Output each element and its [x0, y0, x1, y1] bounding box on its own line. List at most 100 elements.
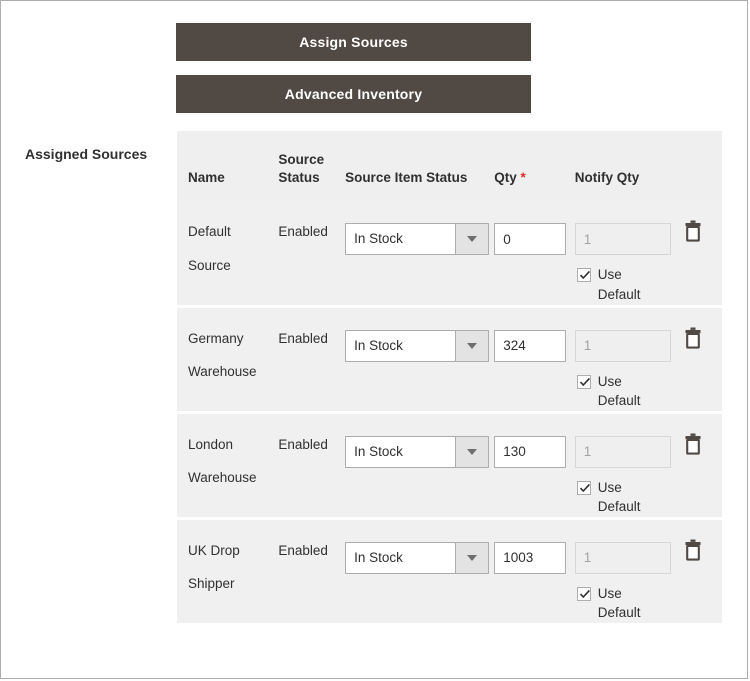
column-header-source-item-status: Source Item Status	[345, 170, 468, 186]
cell-source-name: UK Drop Shipper	[177, 534, 278, 600]
use-default-checkbox[interactable]	[576, 374, 591, 389]
use-default-line1: Use	[597, 373, 622, 389]
table-header: Name Source Status Source Item Status Qt…	[177, 131, 722, 202]
source-item-status-value: In Stock	[354, 549, 403, 565]
cell-notify-qty: Use Default	[574, 534, 679, 623]
use-default-group[interactable]: Use Default	[576, 478, 679, 517]
qty-input[interactable]	[494, 329, 567, 362]
assign-sources-button[interactable]: Assign Sources	[176, 23, 531, 61]
trash-icon	[685, 327, 701, 349]
use-default-line1: Use	[597, 267, 622, 283]
column-header-notify-qty: Notify Qty	[574, 170, 640, 186]
source-status-line1: Source	[278, 152, 325, 167]
cell-notify-qty: Use Default	[574, 322, 679, 411]
notify-qty-input	[574, 541, 671, 574]
delete-row-button[interactable]	[683, 433, 703, 455]
action-button-group: Assign Sources Advanced Inventory	[176, 23, 531, 113]
use-default-line1: Use	[597, 585, 622, 601]
cell-actions	[679, 322, 722, 354]
delete-row-button[interactable]	[683, 220, 703, 243]
checkmark-icon	[579, 271, 590, 280]
use-default-line2: Default	[597, 499, 641, 515]
table-body: Default Source Enabled In Stock 0 1 Use …	[177, 201, 722, 623]
source-item-status-value: In Stock	[354, 443, 403, 459]
chevron-down-icon[interactable]	[455, 224, 489, 255]
qty-input[interactable]	[494, 223, 567, 256]
table-row: UK Drop Shipper Enabled In Stock 1003 1 …	[177, 516, 722, 623]
cell-actions	[679, 428, 722, 460]
qty-header-text: Qty	[494, 170, 517, 186]
use-default-label: Use Default	[598, 265, 656, 304]
use-default-group[interactable]: Use Default	[576, 372, 679, 411]
qty-input[interactable]	[494, 435, 567, 468]
notify-qty-input	[574, 329, 671, 362]
use-default-checkbox[interactable]	[576, 268, 591, 283]
cell-qty	[494, 534, 575, 574]
table-row: Germany Warehouse Enabled In Stock 324 1…	[177, 304, 722, 411]
use-default-checkbox[interactable]	[576, 586, 591, 601]
qty-input[interactable]	[494, 541, 567, 574]
cell-qty	[494, 428, 575, 468]
advanced-inventory-button[interactable]: Advanced Inventory	[176, 75, 531, 113]
cell-source-status: Enabled	[278, 330, 328, 346]
cell-qty	[494, 215, 575, 256]
source-item-status-select[interactable]: In Stock	[345, 329, 490, 362]
source-name-line1: UK Drop	[188, 542, 240, 558]
table-row: Default Source Enabled In Stock 0 1 Use …	[177, 201, 722, 305]
assigned-sources-label: Assigned Sources	[25, 146, 148, 162]
use-default-line2: Default	[597, 393, 641, 409]
table-row: London Warehouse Enabled In Stock 130 1 …	[177, 410, 722, 517]
checkmark-icon	[579, 377, 590, 386]
required-asterisk-icon: *	[520, 170, 526, 186]
cell-actions	[679, 534, 722, 566]
use-default-checkbox[interactable]	[576, 480, 591, 495]
use-default-label: Use Default	[598, 372, 656, 411]
table-header-row: Name Source Status Source Item Status Qt…	[177, 151, 722, 187]
delete-row-button[interactable]	[683, 539, 703, 561]
use-default-label: Use Default	[598, 584, 656, 623]
cell-source-name: London Warehouse	[177, 428, 278, 494]
source-name-line2: Warehouse	[188, 363, 257, 379]
page-root: Assign Sources Advanced Inventory Assign…	[0, 0, 748, 679]
checkmark-icon	[579, 483, 590, 492]
trash-icon	[685, 539, 701, 561]
cell-notify-qty: Use Default	[574, 428, 679, 517]
checkmark-icon	[579, 589, 590, 598]
use-default-group[interactable]: Use Default	[576, 265, 679, 304]
source-name-line1: London	[188, 436, 234, 452]
cell-source-status: Enabled	[278, 436, 328, 452]
source-status-line2: Status	[278, 170, 320, 186]
source-name-line2: Shipper	[188, 575, 235, 591]
source-name-line1: Default	[188, 224, 231, 240]
notify-qty-input	[574, 435, 671, 468]
notify-qty-input	[574, 223, 671, 256]
source-item-status-select[interactable]: In Stock	[345, 223, 490, 256]
cell-source-item-status: In Stock	[345, 428, 494, 468]
use-default-group[interactable]: Use Default	[576, 584, 679, 623]
chevron-down-icon[interactable]	[455, 542, 489, 573]
cell-source-name: Default Source	[177, 215, 278, 281]
cell-notify-qty: Use Default	[574, 215, 679, 304]
source-item-status-value: In Stock	[354, 231, 403, 247]
use-default-line2: Default	[597, 605, 641, 621]
use-default-line1: Use	[597, 479, 622, 495]
cell-source-status: Enabled	[278, 224, 328, 240]
cell-source-name: Germany Warehouse	[177, 322, 278, 388]
cell-qty	[494, 322, 575, 362]
use-default-label: Use Default	[598, 478, 656, 517]
cell-source-item-status: In Stock	[345, 534, 494, 574]
trash-icon	[685, 433, 701, 455]
delete-row-button[interactable]	[683, 327, 703, 349]
cell-source-item-status: In Stock	[345, 215, 494, 256]
chevron-down-icon[interactable]	[455, 436, 489, 467]
source-item-status-select[interactable]: In Stock	[345, 435, 490, 468]
chevron-down-icon[interactable]	[455, 330, 489, 361]
source-name-line2: Source	[188, 257, 231, 273]
cell-source-status: Enabled	[278, 542, 328, 558]
cell-source-item-status: In Stock	[345, 322, 494, 362]
column-header-source-status: Source Status	[278, 151, 345, 187]
source-name-line2: Warehouse	[188, 469, 257, 485]
source-item-status-select[interactable]: In Stock	[345, 541, 490, 574]
trash-icon	[685, 220, 701, 243]
source-item-status-value: In Stock	[354, 337, 403, 353]
